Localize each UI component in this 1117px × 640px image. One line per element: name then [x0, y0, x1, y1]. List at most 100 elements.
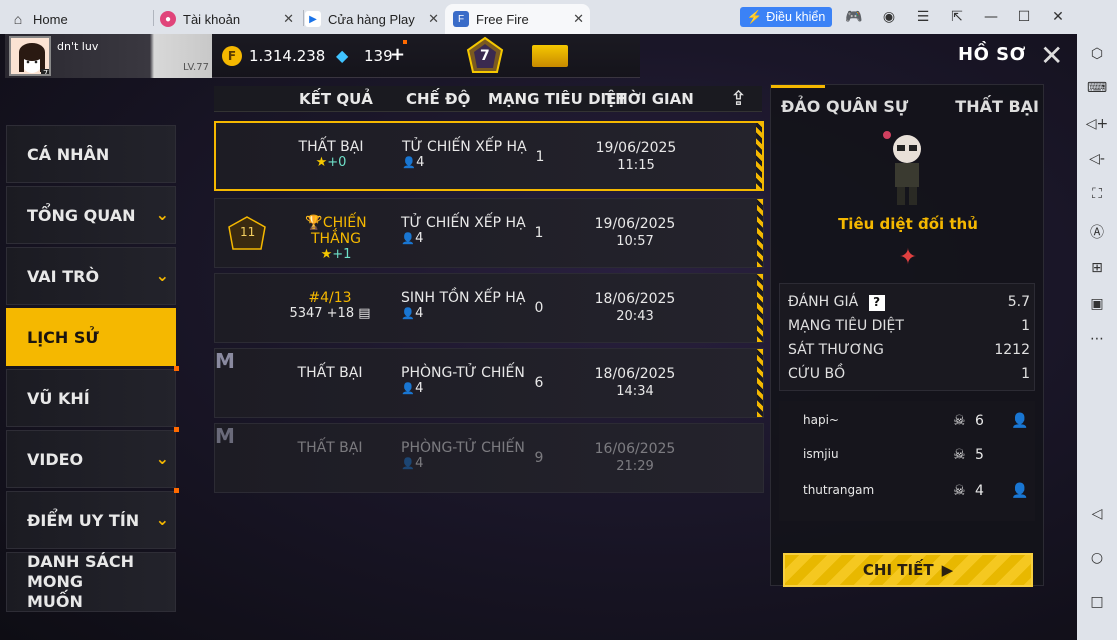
- help-icon[interactable]: ?: [868, 295, 885, 311]
- rotate-icon[interactable]: Ⓐ: [1087, 222, 1107, 242]
- map-name: ĐẢO QUÂN SỰ: [781, 97, 909, 116]
- nav-video[interactable]: VIDEO ⌄: [6, 427, 179, 488]
- skull-icon: ☠: [953, 447, 966, 463]
- tab-play-store[interactable]: ▶ Cửa hàng Play ✕: [305, 4, 445, 34]
- column-mode: CHẾ ĐỘ: [406, 90, 471, 108]
- mode-text: SINH TỒN XẾP HẠ: [401, 290, 526, 306]
- rank-badge[interactable]: 7: [464, 36, 506, 76]
- window-close-icon[interactable]: ✕: [1047, 7, 1069, 27]
- close-icon[interactable]: ✕: [283, 11, 294, 27]
- teammate-list: hapi~ ☠ 6 👤 ismjiu ☠ 5 thutrangam ☠ 4 👤: [779, 401, 1035, 521]
- control-button[interactable]: ⚡ Điều khiển: [740, 7, 832, 27]
- nav-wishlist[interactable]: DANH SÁCH MONG MUỐN: [6, 552, 176, 612]
- stat-label: MẠNG TIÊU DIỆT: [788, 318, 904, 334]
- gamepad-icon[interactable]: 🎮: [843, 7, 865, 27]
- tab-free-fire[interactable]: F Free Fire ✕: [445, 4, 590, 34]
- minimize-icon[interactable]: —: [980, 7, 1002, 27]
- column-time: THỜI GIAN: [605, 90, 694, 108]
- skull-icon: ☠: [953, 413, 966, 429]
- tab-home[interactable]: ⌂ Home: [10, 4, 150, 34]
- teammate-kills: 6: [975, 413, 984, 429]
- chevron-down-icon: ⌄: [155, 205, 169, 224]
- result-points: 5347 +18: [289, 306, 355, 321]
- table-row[interactable]: M THẤT BẠI PHÒNG-TỬ CHIẾN 👤 4 6 18/06/202…: [214, 348, 764, 418]
- booyah-count: 11: [240, 225, 256, 239]
- column-result: KẾT QUẢ: [299, 90, 373, 108]
- settings-icon[interactable]: ⬡: [1087, 44, 1107, 64]
- player-count: 4: [415, 231, 424, 246]
- match-detail-panel: ĐẢO QUÂN SỰ THẤT BẠI Tiêu diệt đối thủ ✦…: [770, 84, 1044, 587]
- stat-value: 1: [1021, 318, 1030, 334]
- result-text: THẤT BẠI: [297, 440, 363, 456]
- nav-role[interactable]: VAI TRÒ ⌄: [6, 247, 176, 305]
- player-profile[interactable]: 77 dn't luv LV.77: [5, 34, 212, 78]
- recents-icon[interactable]: □: [1087, 592, 1107, 612]
- tab-account[interactable]: ● Tài khoản ✕: [160, 4, 300, 34]
- chevron-down-icon: ⌄: [155, 449, 169, 468]
- add-diamonds-button[interactable]: +: [390, 44, 405, 65]
- nav-overview[interactable]: TỔNG QUAN ⌄: [6, 186, 176, 244]
- menu-icon[interactable]: ☰: [912, 7, 934, 27]
- add-window-icon[interactable]: ⊞: [1087, 258, 1107, 278]
- panel-accent: [771, 85, 825, 88]
- screenshot-icon[interactable]: ⛶: [1087, 184, 1107, 204]
- keyboard-icon[interactable]: ⌨: [1087, 78, 1107, 98]
- elite-pass-icon[interactable]: [532, 45, 568, 67]
- table-row[interactable]: 11 🏆CHIẾN THẮNG ★+1 TỬ CHIẾN XẾP HẠ 👤 4 1 …: [214, 198, 764, 268]
- close-profile-icon[interactable]: ✕: [1040, 42, 1063, 70]
- table-row[interactable]: THẤT BẠI ★+0 TỬ CHIẾN XẾP HẠ 👤 4 1 19/06/2…: [214, 121, 764, 191]
- teammate-kills: 5: [975, 447, 984, 463]
- teammate-name: hapi~: [803, 413, 839, 427]
- home-circle-icon[interactable]: ○: [1087, 548, 1107, 568]
- match-time: 21:29: [616, 459, 654, 474]
- stat-label: CỨU BỒ: [788, 366, 846, 382]
- teammate-name: thutrangam: [803, 483, 875, 497]
- user-icon[interactable]: ◉: [878, 7, 900, 27]
- nav-personal[interactable]: CÁ NHÂN: [6, 125, 176, 183]
- nav-label: VAI TRÒ: [27, 266, 100, 286]
- match-date: 18/06/2025: [594, 291, 676, 307]
- volume-up-icon[interactable]: ◁+: [1086, 114, 1109, 134]
- emulator-sidebar: ⬡ ⌨ ◁+ ◁- ⛶ Ⓐ ⊞ ▣ ⋯ ◁ ○ □: [1077, 34, 1117, 640]
- nav-label: LỊCH SỬ: [27, 327, 99, 347]
- tab-label: Home: [33, 11, 68, 27]
- kill-count: 6: [534, 375, 544, 391]
- player-name: dn't luv: [57, 40, 99, 53]
- nav-weapons[interactable]: VŨ KHÍ: [6, 366, 179, 427]
- close-icon[interactable]: ✕: [573, 11, 584, 27]
- result-text: THẤT BẠI: [298, 139, 364, 155]
- lightning-icon: ⚡: [746, 9, 763, 24]
- resize-icon[interactable]: ⇱: [946, 7, 968, 27]
- maximize-icon[interactable]: ☐: [1013, 7, 1035, 27]
- coin-count: 1.314.238: [249, 47, 326, 65]
- list-item: hapi~ ☠ 6 👤: [803, 413, 1033, 429]
- add-friend-icon[interactable]: 👤: [1011, 483, 1028, 499]
- apk-icon[interactable]: ▣: [1087, 294, 1107, 314]
- row-stripe: [757, 349, 763, 417]
- diamond-icon: ◆: [336, 46, 349, 65]
- back-icon[interactable]: ◁: [1087, 504, 1107, 524]
- character-figure: [877, 127, 937, 207]
- table-row[interactable]: M THẤT BẠI PHÒNG-TỬ CHIẾN 👤 4 9 16/06/202…: [214, 423, 764, 493]
- nav-history[interactable]: LỊCH SỬ: [6, 308, 176, 366]
- kill-count: 1: [535, 149, 545, 165]
- stat-value: 1212: [994, 342, 1030, 358]
- avatar: 77: [9, 36, 51, 76]
- share-icon[interactable]: ⇪: [730, 86, 747, 110]
- kill-count: 1: [534, 225, 544, 241]
- person-icon: 👤: [401, 307, 415, 320]
- notification-dot: [403, 40, 407, 44]
- table-row[interactable]: #4/13 5347 +18 ▤ SINH TỒN XẾP HẠ 👤 4 0 18/…: [214, 273, 764, 343]
- add-friend-icon[interactable]: 👤: [1011, 413, 1028, 429]
- details-button[interactable]: CHI TIẾT ▶: [783, 553, 1033, 587]
- player-count: 4: [415, 456, 424, 471]
- player-count: 4: [415, 306, 424, 321]
- more-icon[interactable]: ⋯: [1087, 329, 1107, 349]
- match-outcome: THẤT BẠI: [955, 97, 1039, 116]
- volume-down-icon[interactable]: ◁-: [1087, 149, 1107, 169]
- history-table-header: KẾT QUẢ CHẾ ĐỘ MẠNG TIÊU DIỆT THỜI GIAN …: [214, 86, 762, 112]
- nav-reputation[interactable]: ĐIỂM UY TÍN ⌄: [6, 488, 179, 549]
- chevron-down-icon: ⌄: [155, 266, 169, 285]
- close-icon[interactable]: ✕: [428, 11, 439, 27]
- match-date: 19/06/2025: [594, 216, 676, 232]
